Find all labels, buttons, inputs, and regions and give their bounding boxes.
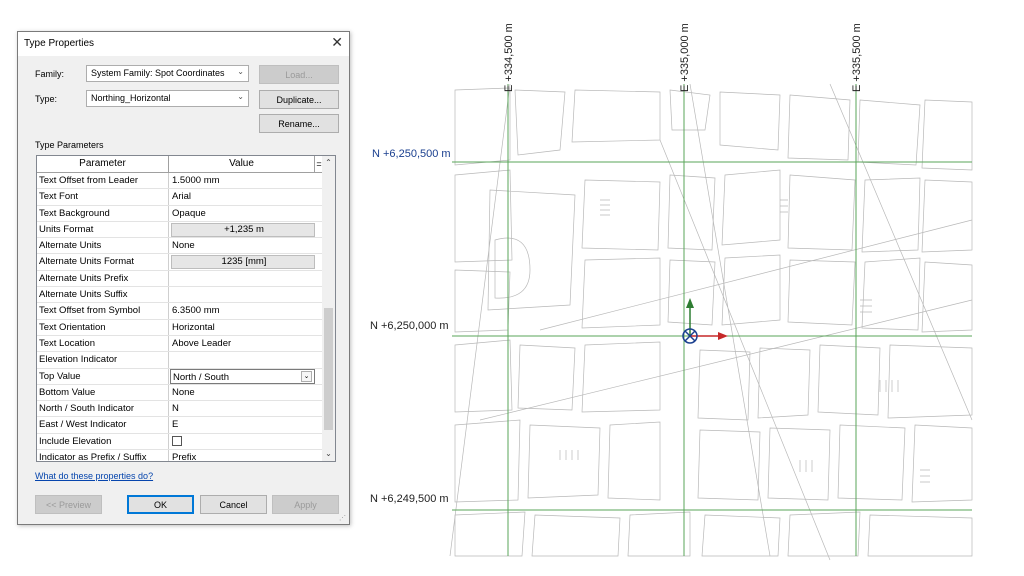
parameter-value[interactable]: Opaque — [170, 206, 315, 221]
parameter-value[interactable]: 1.5000 mm — [170, 173, 315, 188]
parameter-name: Include Elevation — [37, 433, 169, 450]
parameter-name: Elevation Indicator — [37, 352, 169, 368]
family-value: System Family: Spot Coordinates — [91, 68, 225, 78]
screen: Type Properties ✕ Family: System Family:… — [0, 0, 1024, 576]
table-header: Parameter Value = — [37, 156, 335, 173]
parameter-name: North / South Indicator — [37, 401, 169, 417]
dialog-title: Type Properties — [24, 38, 95, 49]
column-header-value[interactable]: Value — [169, 156, 315, 173]
northing-label-highlighted[interactable]: N +6,250,500 m — [372, 148, 451, 160]
family-select[interactable]: System Family: Spot Coordinates ⌄ — [86, 65, 249, 82]
parameter-value[interactable]: None — [170, 385, 315, 400]
table-row[interactable]: Alternate Units Prefix — [37, 270, 323, 288]
parameter-value[interactable]: 6.3500 mm — [170, 303, 315, 318]
table-row[interactable]: Elevation Indicator — [37, 352, 323, 369]
table-row[interactable]: Text Font Arial — [37, 189, 323, 206]
column-header-parameter[interactable]: Parameter — [37, 156, 169, 173]
table-row[interactable]: Units Format +1,235 m — [37, 221, 323, 239]
table-row[interactable]: Text Location Above Leader — [37, 335, 323, 353]
dialog-titlebar[interactable]: Type Properties ✕ — [18, 32, 349, 56]
table-row[interactable]: Text Offset from Symbol 6.3500 mm — [37, 303, 323, 320]
type-properties-dialog: Type Properties ✕ Family: System Family:… — [17, 31, 350, 525]
parameter-value — [170, 434, 315, 449]
parameter-value[interactable]: None — [170, 238, 315, 253]
close-icon[interactable]: ✕ — [331, 35, 343, 49]
type-value: Northing_Horizontal — [91, 93, 171, 103]
table-row[interactable]: Top Value North / South ⌄ — [37, 368, 323, 385]
parameter-name: East / West Indicator — [37, 417, 169, 433]
northing-label[interactable]: N +6,249,500 m — [370, 493, 449, 505]
scrollbar-thumb[interactable] — [324, 308, 333, 430]
preview-button[interactable]: << Preview — [35, 495, 102, 514]
table-row[interactable]: North / South Indicator N — [37, 401, 323, 418]
parameter-name: Top Value — [37, 368, 169, 384]
type-select[interactable]: Northing_Horizontal ⌄ — [86, 90, 249, 107]
parameter-name: Text Offset from Leader — [37, 173, 169, 189]
apply-button[interactable]: Apply — [272, 495, 339, 514]
table-scrollbar[interactable]: ⌃ ⌄ — [322, 156, 335, 461]
parameter-name: Text Orientation — [37, 319, 169, 335]
parameter-name: Alternate Units Prefix — [37, 270, 169, 287]
parameter-value[interactable]: E — [170, 417, 315, 432]
chevron-down-icon[interactable]: ⌄ — [301, 370, 312, 382]
table-row[interactable]: Text Background Opaque — [37, 205, 323, 222]
parameters-table: Parameter Value = Text Offset from Leade… — [36, 155, 336, 462]
table-row[interactable]: Indicator as Prefix / Suffix Prefix — [37, 450, 323, 461]
parameter-name: Bottom Value — [37, 384, 169, 401]
parameter-value[interactable]: Arial — [170, 189, 315, 204]
parameter-name: Alternate Units Suffix — [37, 287, 169, 303]
table-row[interactable]: East / West Indicator E — [37, 417, 323, 434]
plan-drawing — [449, 83, 973, 561]
easting-label: E +335,000 m — [679, 23, 691, 92]
table-row[interactable]: Bottom Value None — [37, 384, 323, 402]
easting-label: E +334,500 m — [503, 23, 515, 92]
parameter-value[interactable] — [170, 352, 315, 367]
table-body: Text Offset from Leader 1.5000 mm Text Fo… — [37, 173, 323, 461]
chevron-down-icon: ⌄ — [237, 67, 244, 76]
parameter-value[interactable]: Horizontal — [170, 320, 315, 335]
parameter-name: Indicator as Prefix / Suffix — [37, 450, 169, 461]
load-button[interactable]: Load... — [259, 65, 339, 84]
parameter-name: Alternate Units — [37, 238, 169, 254]
parameter-name: Text Background — [37, 205, 169, 221]
table-row[interactable]: Alternate Units Format 1235 [mm] — [37, 254, 323, 271]
scroll-up-icon[interactable]: ⌃ — [322, 156, 335, 170]
table-row[interactable]: Include Elevation — [37, 433, 323, 451]
parameter-value[interactable]: Above Leader — [170, 336, 315, 351]
parameter-value[interactable] — [170, 287, 315, 302]
chevron-down-icon: ⌄ — [237, 92, 244, 101]
include-elevation-checkbox[interactable] — [172, 435, 182, 446]
street-blocks — [449, 83, 973, 561]
parameter-value[interactable]: N — [170, 401, 315, 416]
units-format-button[interactable]: +1,235 m — [171, 222, 315, 237]
scroll-down-icon[interactable]: ⌄ — [322, 447, 335, 461]
top-value-selected: North / South — [173, 371, 229, 383]
parameter-name: Units Format — [37, 221, 169, 238]
table-row[interactable]: Text Orientation Horizontal — [37, 319, 323, 336]
parameter-name: Text Font — [37, 189, 169, 205]
northing-label[interactable]: N +6,250,000 m — [370, 320, 449, 332]
alternate-units-format-button[interactable]: 1235 [mm] — [171, 255, 315, 270]
type-parameters-heading: Type Parameters — [35, 140, 104, 150]
parameter-value[interactable] — [170, 271, 315, 286]
ok-button[interactable]: OK — [127, 495, 194, 514]
resize-grip-icon[interactable]: ⋰ — [339, 514, 347, 522]
easting-label: E +335,500 m — [851, 23, 863, 92]
table-row[interactable]: Alternate Units None — [37, 238, 323, 255]
duplicate-button[interactable]: Duplicate... — [259, 90, 339, 109]
help-link[interactable]: What do these properties do? — [35, 471, 153, 481]
parameter-name: Text Offset from Symbol — [37, 303, 169, 319]
top-value-select[interactable]: North / South ⌄ — [170, 368, 315, 384]
cancel-button[interactable]: Cancel — [200, 495, 267, 514]
table-row[interactable]: Text Offset from Leader 1.5000 mm — [37, 173, 323, 190]
parameter-name: Text Location — [37, 335, 169, 352]
plan-view[interactable]: E +334,500 m E +335,000 m E +335,500 m N… — [360, 0, 1024, 576]
family-label: Family: — [35, 69, 64, 79]
table-row[interactable]: Alternate Units Suffix — [37, 287, 323, 304]
parameter-value[interactable]: Prefix — [170, 450, 315, 461]
rename-button[interactable]: Rename... — [259, 114, 339, 133]
parameter-name: Alternate Units Format — [37, 254, 169, 270]
type-label: Type: — [35, 94, 58, 104]
